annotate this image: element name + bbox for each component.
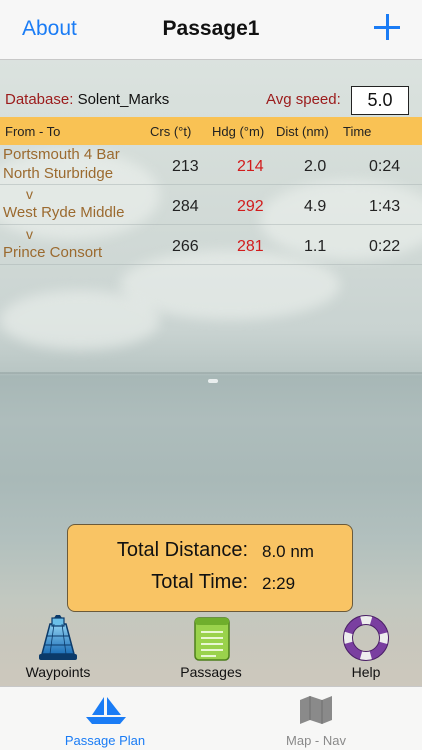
total-distance-value: 8.0 nm bbox=[262, 542, 314, 561]
lighthouse-buoy-icon bbox=[39, 615, 77, 660]
tab-map-nav-label[interactable]: Map - Nav bbox=[266, 733, 366, 748]
header-course: Crs (°t) bbox=[150, 124, 192, 139]
waypoints-button[interactable] bbox=[36, 614, 80, 667]
leg-heading: 214 bbox=[237, 158, 264, 175]
leg-course: 213 bbox=[172, 158, 199, 175]
leg-course: 284 bbox=[172, 198, 199, 215]
lifebuoy-icon bbox=[343, 615, 389, 661]
passages-button[interactable] bbox=[192, 614, 232, 667]
leg-from: v bbox=[26, 186, 33, 202]
leg-course: 266 bbox=[172, 238, 199, 255]
leg-to: West Ryde Middle bbox=[3, 204, 125, 221]
nav-bar: About Passage1 bbox=[0, 0, 422, 60]
leg-time: 0:22 bbox=[369, 238, 401, 255]
map-icon bbox=[300, 696, 332, 724]
header-heading: Hdg (°m) bbox=[212, 124, 265, 139]
help-label[interactable]: Help bbox=[330, 664, 402, 680]
total-distance-label: Total Distance: bbox=[116, 539, 248, 561]
database-value[interactable]: Solent_Marks bbox=[78, 91, 170, 108]
leg-to: North Sturbridge bbox=[3, 165, 114, 182]
notepad-icon bbox=[194, 617, 230, 661]
avg-speed-label: Avg speed: bbox=[266, 91, 341, 108]
avg-speed-input[interactable]: 5.0 bbox=[351, 86, 409, 115]
table-row[interactable]: v West Ryde Middle 284 292 4.9 1:43 bbox=[0, 186, 422, 225]
leg-distance: 1.1 bbox=[304, 238, 327, 255]
tab-bar: Passage Plan Map - Nav bbox=[0, 686, 422, 750]
tab-map-nav[interactable] bbox=[298, 695, 334, 730]
passages-label[interactable]: Passages bbox=[170, 664, 252, 680]
database-label: Database: bbox=[5, 91, 74, 108]
leg-heading: 292 bbox=[237, 198, 264, 215]
help-button[interactable] bbox=[342, 614, 390, 667]
total-time-value: 2:29 bbox=[262, 574, 296, 593]
tab-passage-plan[interactable] bbox=[84, 695, 128, 730]
totals-panel: Total Distance: 8.0 nm Total Time: 2:29 bbox=[67, 524, 353, 612]
database-row: Database: Solent_Marks bbox=[5, 91, 169, 108]
leg-distance: 4.9 bbox=[304, 198, 327, 215]
leg-to: Prince Consort bbox=[3, 244, 103, 261]
page-title: Passage1 bbox=[162, 17, 260, 40]
leg-time: 1:43 bbox=[369, 198, 401, 215]
total-time-label: Total Time: bbox=[151, 571, 248, 593]
leg-time: 0:24 bbox=[369, 158, 401, 175]
header-from-to: From - To bbox=[5, 124, 61, 139]
waypoints-label[interactable]: Waypoints bbox=[18, 664, 98, 680]
sailboat-icon bbox=[86, 697, 126, 724]
tab-passage-plan-label[interactable]: Passage Plan bbox=[50, 733, 160, 748]
header-distance: Dist (nm) bbox=[276, 124, 329, 139]
header-time: Time bbox=[343, 124, 372, 139]
leg-heading: 281 bbox=[237, 238, 264, 255]
leg-from: v bbox=[26, 226, 33, 242]
table-row[interactable]: v Prince Consort 266 281 1.1 0:22 bbox=[0, 226, 422, 265]
table-row[interactable]: Portsmouth 4 Bar North Sturbridge 213 21… bbox=[0, 146, 422, 185]
boat bbox=[208, 379, 218, 383]
leg-from: Portsmouth 4 Bar bbox=[3, 146, 120, 163]
leg-distance: 2.0 bbox=[304, 158, 327, 175]
add-icon[interactable] bbox=[374, 14, 400, 40]
table-header: From - To Crs (°t) Hdg (°m) Dist (nm) Ti… bbox=[0, 117, 422, 145]
